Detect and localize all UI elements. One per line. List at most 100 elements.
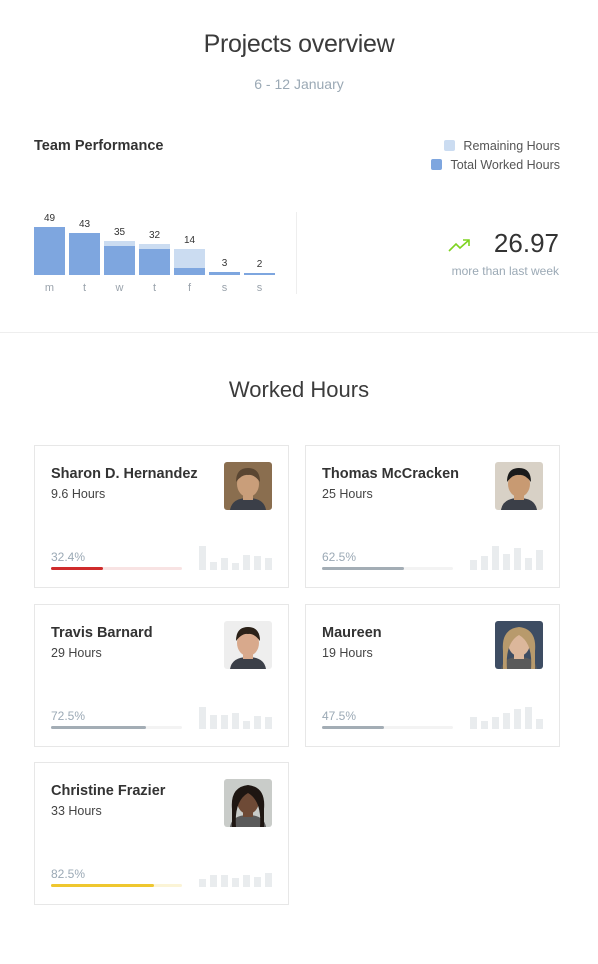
sparkline-bar — [232, 878, 239, 887]
sparkline-bar — [470, 560, 477, 570]
person-card[interactable]: Christine Frazier 33 Hours 82.5% — [34, 762, 289, 905]
page-title: Projects overview — [203, 30, 395, 58]
person-name: Thomas McCracken — [322, 466, 459, 482]
sparkline-bar — [536, 719, 543, 729]
progress-fill — [322, 726, 385, 729]
bar-6 — [244, 273, 275, 275]
sparkline-bar — [265, 873, 272, 887]
sparkline-bar — [503, 713, 510, 729]
sparkline-bar — [199, 707, 206, 729]
date-range: 6 - 12 January — [254, 76, 344, 92]
x-tick-label: t — [82, 282, 87, 294]
person-hours: 33 Hours — [51, 804, 102, 818]
person-card[interactable]: Travis Barnard 29 Hours 72.5% — [34, 604, 289, 747]
trending-up-icon — [448, 239, 470, 252]
x-tick-label: w — [115, 282, 124, 294]
sparkline-bar — [199, 879, 206, 887]
bar-5 — [209, 272, 240, 275]
bar-data-label: 14 — [183, 234, 196, 246]
progress-fill — [322, 567, 404, 570]
sparkline-bar — [514, 548, 521, 570]
progress-fill — [51, 726, 146, 729]
legend-swatch — [444, 140, 456, 151]
x-tick-label: m — [44, 282, 55, 294]
sparkline-bar — [525, 707, 532, 729]
sparkline-bar — [481, 556, 488, 570]
sparkline-bar — [492, 717, 499, 729]
team-performance-title: Team Performance — [34, 138, 164, 154]
legend-label: Total Worked Hours — [450, 157, 560, 172]
sparkline-bar — [470, 717, 477, 729]
sparkline-bar — [536, 550, 543, 570]
sparkline-bar — [254, 716, 261, 729]
sparkline-bar — [525, 558, 532, 570]
person-hours: 25 Hours — [322, 487, 373, 501]
progress-percent: 72.5% — [51, 709, 86, 723]
person-card[interactable]: Thomas McCracken 25 Hours 62.5% — [305, 445, 560, 588]
person-name: Travis Barnard — [51, 625, 153, 641]
progress-bar — [322, 567, 453, 570]
sparkline-bar — [492, 546, 499, 570]
trend-caption: more than last week — [451, 264, 559, 278]
bar-data-label: 3 — [221, 258, 228, 270]
person-hours: 19 Hours — [322, 646, 373, 660]
progress-percent: 82.5% — [51, 867, 86, 881]
progress-bar — [51, 726, 182, 729]
bar-data-label: 49 — [43, 213, 56, 224]
trend-value: 26.97 — [493, 228, 559, 258]
sparkline — [199, 861, 272, 887]
sparkline-bar — [265, 717, 272, 729]
avatar — [224, 462, 272, 510]
avatar — [495, 621, 543, 669]
bar-data-label: 2 — [256, 259, 263, 271]
x-tick-label: t — [152, 282, 157, 294]
section-divider — [0, 332, 598, 333]
divider — [296, 212, 297, 294]
x-tick-label: s — [221, 282, 228, 294]
bar-1 — [69, 232, 100, 275]
progress-fill — [51, 567, 104, 570]
x-tick-label: f — [187, 282, 192, 294]
progress-percent: 62.5% — [322, 550, 357, 564]
progress-percent: 32.4% — [51, 550, 86, 564]
bar-data-label: 43 — [78, 218, 91, 230]
person-name: Christine Frazier — [51, 783, 166, 799]
sparkline — [199, 544, 272, 570]
sparkline-bar — [221, 558, 228, 570]
sparkline-bar — [232, 563, 239, 570]
chart-legend: Remaining Hours Total Worked Hours — [431, 136, 560, 174]
sparkline-bar — [243, 555, 250, 570]
sparkline-bar — [232, 713, 239, 729]
bar-3 — [139, 243, 170, 275]
bar-data-label: 35 — [113, 226, 126, 238]
progress-bar — [51, 884, 182, 887]
sparkline-bar — [221, 875, 228, 887]
person-name: Maureen — [322, 625, 382, 641]
legend-swatch — [431, 159, 443, 170]
sparkline-bar — [210, 875, 217, 887]
person-hours: 29 Hours — [51, 646, 102, 660]
person-card[interactable]: Maureen 19 Hours 47.5% — [305, 604, 560, 747]
person-card[interactable]: Sharon D. Hernandez 9.6 Hours 32.4% — [34, 445, 289, 588]
sparkline-bar — [243, 875, 250, 887]
progress-percent: 47.5% — [322, 709, 357, 723]
bar-0 — [34, 227, 65, 275]
bar-worked-segment — [139, 248, 170, 275]
avatar — [224, 779, 272, 827]
person-hours: 9.6 Hours — [51, 487, 106, 501]
sparkline-bar — [254, 877, 261, 887]
legend-item-remaining: Remaining Hours — [431, 136, 560, 155]
person-name: Sharon D. Hernandez — [51, 466, 198, 482]
sparkline-bar — [254, 556, 261, 570]
sparkline-bar — [503, 554, 510, 570]
avatar — [224, 621, 272, 669]
progress-fill — [51, 884, 155, 887]
bar-worked-segment — [69, 232, 100, 275]
team-performance-chart: 49 m 43 t 35 w 32 t 14 f 3 s 2 s — [34, 205, 279, 297]
sparkline — [199, 703, 272, 729]
avatar — [495, 462, 543, 510]
sparkline — [470, 703, 543, 729]
progress-bar — [51, 567, 182, 570]
bar-2 — [104, 240, 135, 275]
legend-label: Remaining Hours — [463, 138, 560, 153]
